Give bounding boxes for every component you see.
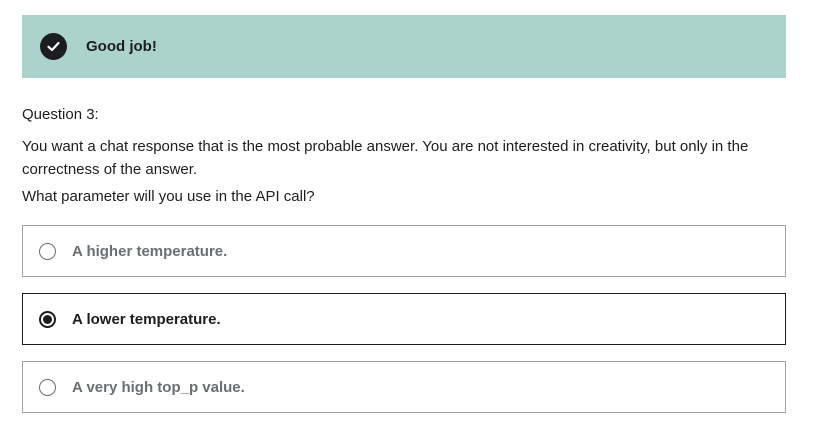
radio-button[interactable] xyxy=(39,378,56,396)
answer-option-a[interactable]: A higher temperature. xyxy=(22,225,786,277)
option-label: A very high top_p value. xyxy=(72,378,245,396)
check-circle-icon xyxy=(40,33,67,60)
question-text: You want a chat response that is the mos… xyxy=(22,138,749,178)
feedback-banner: Good job! xyxy=(22,15,786,78)
radio-button-selected[interactable] xyxy=(39,310,56,328)
quiz-result-page: Good job! Question 3: You want a chat re… xyxy=(0,0,813,430)
radio-button[interactable] xyxy=(39,242,56,260)
answer-option-c[interactable]: A very high top_p value. xyxy=(22,361,786,413)
feedback-message: Good job! xyxy=(86,38,157,55)
answer-option-b[interactable]: A lower temperature. xyxy=(22,293,786,345)
option-label: A lower temperature. xyxy=(72,310,221,328)
radio-dot-icon xyxy=(43,314,52,324)
question-number: Question 3: xyxy=(22,106,99,123)
option-label: A higher temperature. xyxy=(72,242,228,260)
question-prompt: What parameter will you use in the API c… xyxy=(22,188,315,205)
